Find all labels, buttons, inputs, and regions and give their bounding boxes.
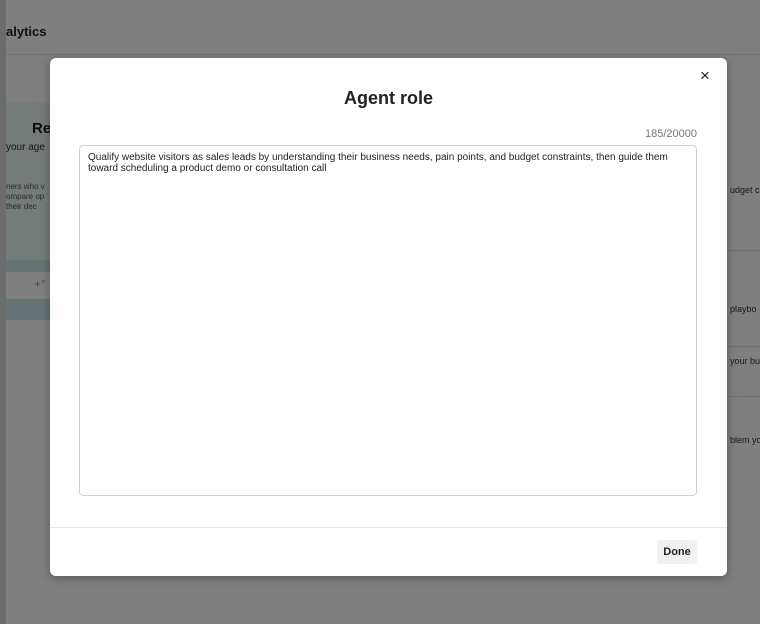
close-icon[interactable]: × [695, 66, 715, 86]
dialog-title: Agent role [343, 88, 433, 108]
done-button[interactable]: Done [657, 540, 697, 564]
agent-role-textarea[interactable]: Qualify website visitors as sales leads … [79, 145, 697, 496]
agent-role-dialog: × Agent role 185/20000 Qualify website v… [50, 58, 727, 576]
character-counter: 185/20000 [645, 128, 697, 140]
footer-divider [50, 527, 727, 528]
